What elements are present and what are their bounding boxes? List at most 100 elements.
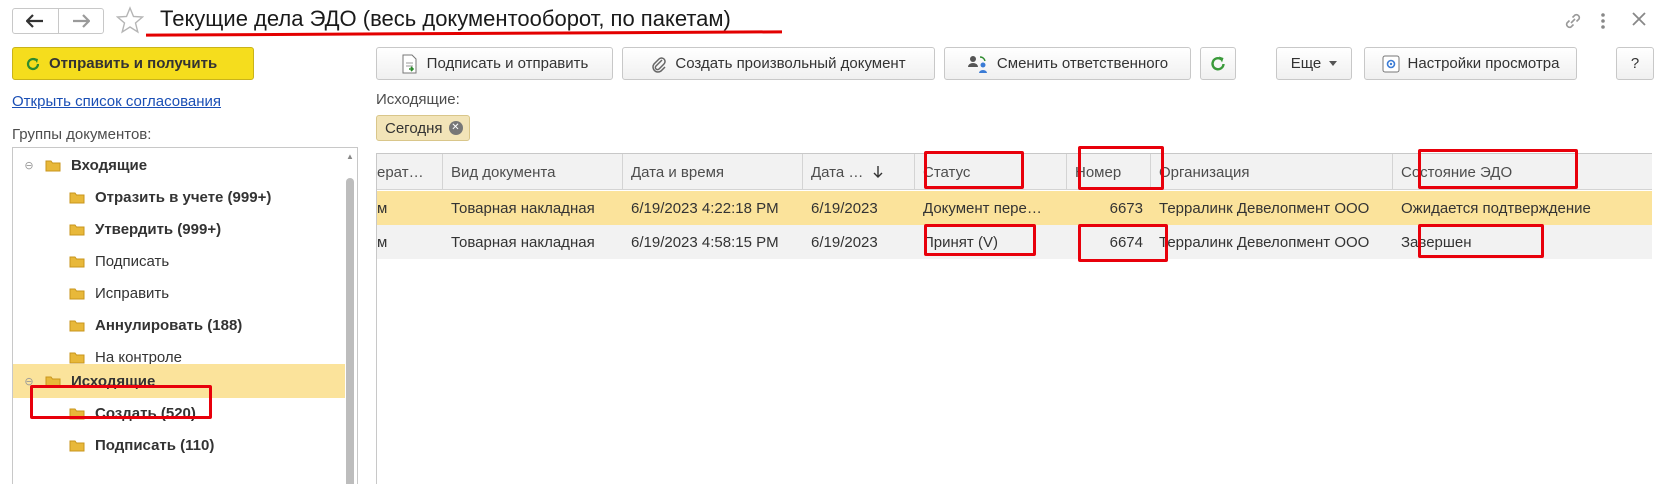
tree-item-label: Аннулировать (188) — [95, 316, 243, 334]
forward-arrow-icon — [72, 14, 90, 28]
cell-number: 6674 — [1109, 233, 1143, 251]
cell-status: Принят (V) — [923, 233, 998, 251]
tree-item-create[interactable]: Создать (520) — [13, 396, 345, 430]
folder-icon — [69, 256, 85, 267]
close-button[interactable] — [1632, 12, 1646, 30]
folder-icon — [45, 376, 61, 387]
help-button[interactable]: ? — [1616, 47, 1654, 80]
column-header-status[interactable]: Статус — [915, 154, 1067, 190]
close-icon — [1632, 12, 1646, 26]
cell-operator: м — [377, 199, 388, 217]
filter-chip-today[interactable]: Сегодня ✕ — [376, 115, 470, 141]
collapse-toggle-icon[interactable]: ⊖ — [21, 375, 37, 388]
create-document-label: Создать произвольный документ — [675, 55, 906, 72]
tree-item-label: Исправить — [95, 284, 170, 302]
chevron-down-icon — [1329, 61, 1338, 66]
tree-item-label: Создать (520) — [95, 404, 196, 422]
tree-item-label: Подписать — [95, 252, 170, 270]
back-button[interactable] — [13, 9, 58, 33]
cell-edo-state: Ожидается подтверждение — [1401, 199, 1591, 217]
table-row[interactable]: м Товарная накладная 6/19/2023 4:22:18 P… — [377, 191, 1652, 225]
send-receive-label: Отправить и получить — [49, 55, 218, 72]
cell-edo-state: Завершен — [1401, 233, 1472, 251]
column-header-datetime[interactable]: Дата и время — [623, 154, 803, 190]
link-icon — [1565, 13, 1581, 29]
column-header-date[interactable]: Дата … — [803, 154, 915, 190]
send-receive-button[interactable]: Отправить и получить — [12, 47, 254, 80]
tree-item-annul[interactable]: Аннулировать (188) — [13, 308, 345, 342]
favorite-star-button[interactable] — [115, 6, 145, 38]
cell-datetime: 6/19/2023 4:22:18 PM — [631, 199, 779, 217]
forward-button[interactable] — [57, 9, 104, 33]
cell-status: Документ пере… — [923, 199, 1042, 217]
tree-item-label: Входящие — [71, 156, 148, 174]
cell-doc-type: Товарная накладная — [451, 199, 595, 217]
column-header-operator[interactable]: ерат… — [377, 154, 443, 190]
tree-item-sign[interactable]: Подписать — [13, 244, 345, 278]
view-settings-button[interactable]: Настройки просмотра — [1364, 47, 1577, 80]
tree-item-label: Исходящие — [71, 372, 156, 390]
tree-item-label: Подписать (110) — [95, 436, 215, 454]
folder-icon — [69, 440, 85, 451]
cell-organization: Терралинк Девелопмент ООО — [1159, 233, 1370, 251]
column-header-number[interactable]: Номер — [1067, 154, 1151, 190]
scroll-up-arrow-icon[interactable]: ▲ — [345, 152, 355, 161]
create-arbitrary-document-button[interactable]: Создать произвольный документ — [622, 47, 935, 80]
star-icon — [115, 6, 145, 34]
more-vertical-icon — [1601, 13, 1605, 29]
more-dropdown-button[interactable]: Еще — [1276, 47, 1352, 80]
cell-operator: м — [377, 233, 388, 251]
folder-icon — [69, 288, 85, 299]
document-groups-tree: ⊖ Входящие Отразить в учете (999+) Утвер… — [12, 147, 358, 484]
tree-item-label: На контроле — [95, 348, 183, 366]
cell-number: 6673 — [1109, 199, 1143, 217]
more-label: Еще — [1290, 55, 1322, 72]
view-settings-label: Настройки просмотра — [1407, 55, 1560, 72]
sign-document-icon — [402, 54, 417, 73]
filter-chip-label: Сегодня — [385, 119, 443, 137]
approval-list-link[interactable]: Открыть список согласования — [12, 93, 221, 110]
tree-item-incoming[interactable]: ⊖ Входящие — [13, 148, 345, 182]
sign-and-send-label: Подписать и отправить — [426, 55, 589, 72]
table-row[interactable]: м Товарная накладная 6/19/2023 4:58:15 P… — [377, 225, 1652, 259]
tree-item-fix[interactable]: Исправить — [13, 276, 345, 310]
change-responsible-button[interactable]: Сменить ответственного — [944, 47, 1191, 80]
scrollbar-thumb[interactable] — [346, 178, 354, 484]
paperclip-icon — [652, 56, 667, 73]
refresh-icon — [1211, 56, 1225, 70]
column-header-edo-state[interactable]: Состояние ЭДО — [1393, 154, 1652, 190]
tree-item-reflect[interactable]: Отразить в учете (999+) — [13, 180, 345, 214]
page-title: Текущие дела ЭДО (весь документооборот, … — [160, 6, 731, 31]
table-header: ерат… Вид документа Дата и время Дата … … — [377, 154, 1652, 190]
collapse-toggle-icon[interactable]: ⊖ — [21, 159, 37, 172]
folder-icon — [69, 408, 85, 419]
settings-icon — [1382, 55, 1400, 72]
tree-scrollbar[interactable]: ▲ — [345, 150, 355, 484]
more-menu-button[interactable] — [1600, 12, 1606, 34]
change-responsible-label: Сменить ответственного — [996, 55, 1169, 72]
back-arrow-icon — [26, 14, 44, 28]
cell-date: 6/19/2023 — [811, 199, 878, 217]
column-header-doc-type[interactable]: Вид документа — [443, 154, 623, 190]
tree-item-outgoing[interactable]: ⊖ Исходящие — [13, 364, 345, 398]
refresh-icon — [26, 57, 40, 70]
tree-item-label: Отразить в учете (999+) — [95, 188, 272, 206]
help-label: ? — [1630, 55, 1640, 72]
cell-organization: Терралинк Девелопмент ООО — [1159, 199, 1370, 217]
documents-table: ерат… Вид документа Дата и время Дата … … — [376, 153, 1652, 484]
tree-item-label: Утвердить (999+) — [95, 220, 222, 238]
cell-doc-type: Товарная накладная — [451, 233, 595, 251]
sort-down-icon — [873, 166, 883, 178]
change-user-icon — [967, 55, 987, 73]
link-button[interactable] — [1562, 10, 1584, 36]
refresh-button[interactable] — [1200, 47, 1236, 80]
tree-item-approve[interactable]: Утвердить (999+) — [13, 212, 345, 246]
column-header-organization[interactable]: Организация — [1151, 154, 1393, 190]
sign-and-send-button[interactable]: Подписать и отправить — [376, 47, 613, 80]
cell-date: 6/19/2023 — [811, 233, 878, 251]
cell-datetime: 6/19/2023 4:58:15 PM — [631, 233, 779, 251]
tree-item-sign-outgoing[interactable]: Подписать (110) — [13, 428, 345, 462]
clear-filter-icon[interactable]: ✕ — [448, 121, 463, 135]
document-groups-label: Группы документов: — [12, 126, 152, 143]
folder-icon — [69, 224, 85, 235]
